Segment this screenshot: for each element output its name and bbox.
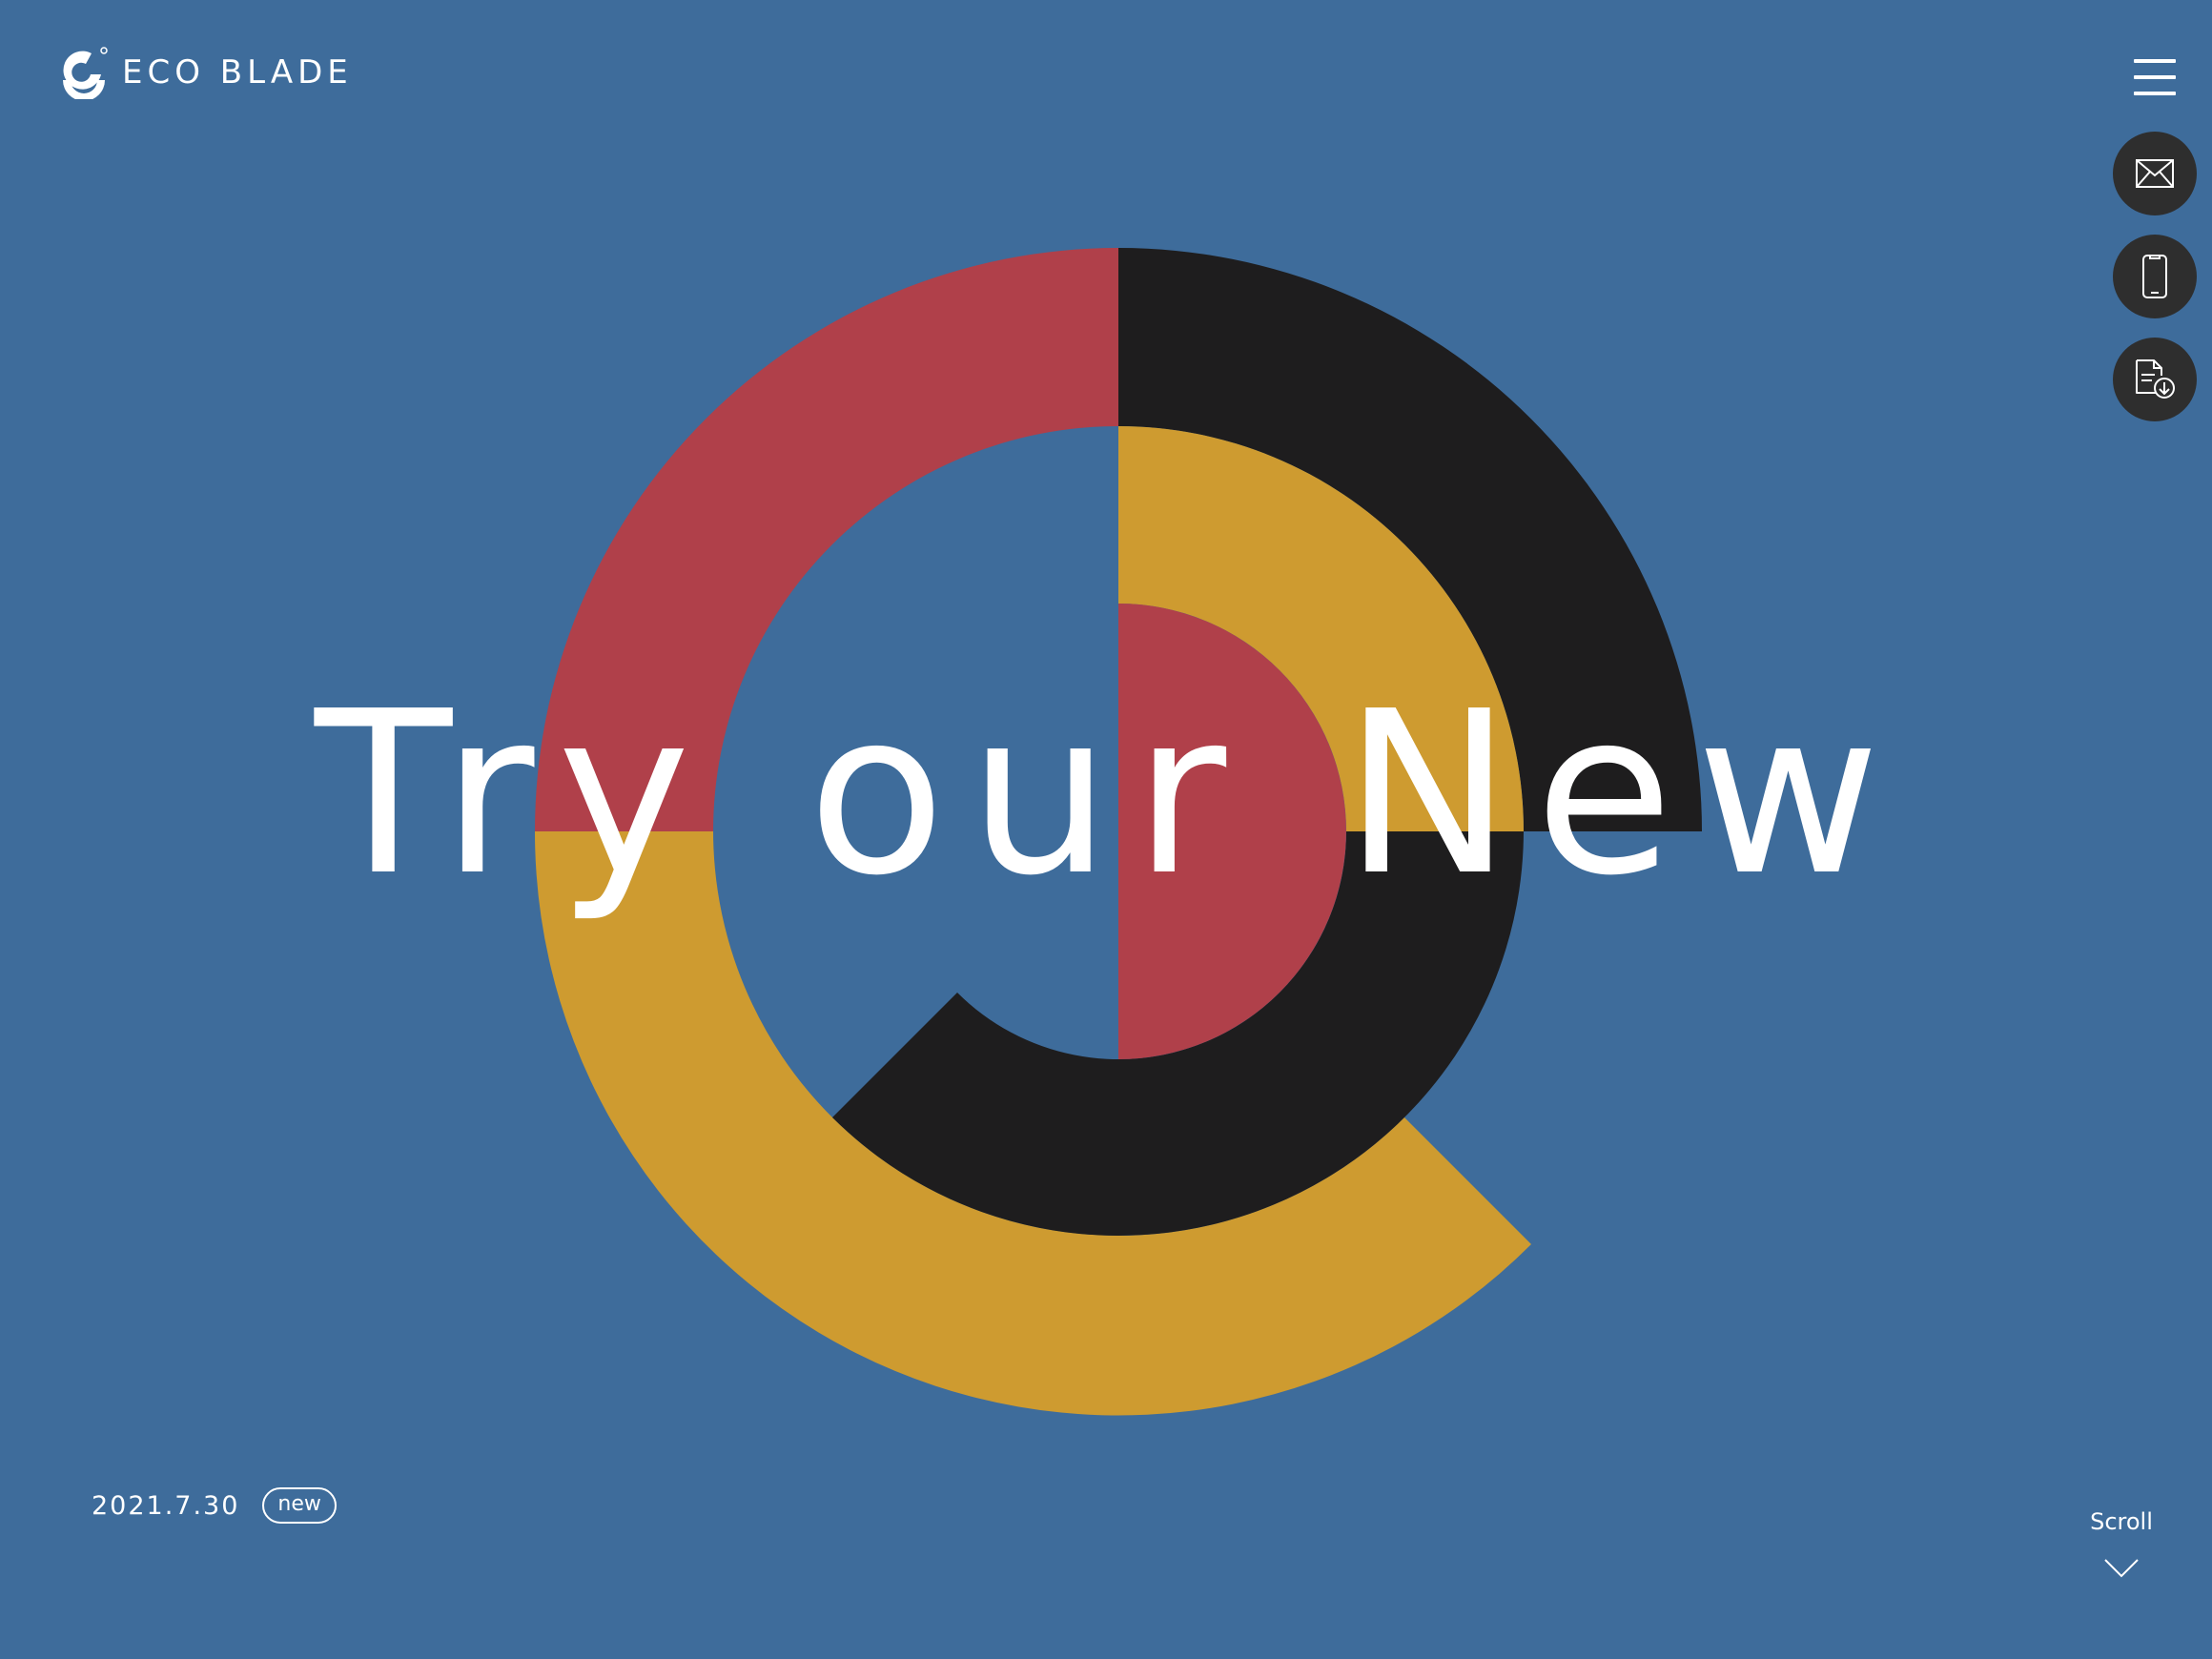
brand-logo[interactable]: ECO BLADE [59, 46, 353, 99]
hamburger-menu-icon[interactable] [2134, 57, 2176, 97]
eco-blade-logo-icon [63, 47, 108, 99]
scroll-indicator[interactable]: Scroll [2069, 1508, 2174, 1579]
document-download-icon [2136, 359, 2175, 399]
menu-line [2134, 92, 2176, 95]
menu-line [2134, 75, 2176, 79]
hero-page: ECO BLADE Try our New 2021.7.30 new Scro… [0, 0, 2212, 1659]
news-date: 2021.7.30 [92, 1490, 240, 1521]
phone-button[interactable] [2113, 235, 2197, 318]
scroll-label: Scroll [2090, 1508, 2153, 1535]
brand-name: ECO BLADE [122, 53, 353, 92]
mail-button[interactable] [2113, 132, 2197, 215]
download-button[interactable] [2113, 338, 2197, 421]
news-item[interactable]: 2021.7.30 new [92, 1487, 337, 1524]
menu-line [2134, 59, 2176, 63]
new-badge: new [262, 1487, 337, 1524]
hero-headline: Try our New [315, 663, 1903, 925]
chevron-down-icon [2104, 1559, 2139, 1578]
mail-icon [2136, 159, 2174, 188]
smartphone-icon [2142, 255, 2167, 298]
